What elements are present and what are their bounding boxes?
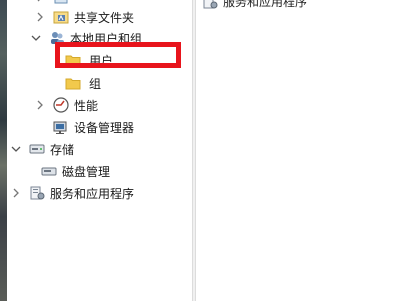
task-icon — [53, 0, 69, 5]
tree-item-device-manager[interactable]: 设备管理器 — [53, 116, 134, 138]
chevron-right-icon[interactable] — [35, 0, 45, 2]
shared-folder-icon — [53, 9, 69, 25]
chevron-down-icon[interactable] — [11, 144, 21, 154]
performance-icon — [53, 97, 69, 113]
disk-management-icon — [41, 163, 57, 179]
services-icon — [202, 0, 218, 10]
details-item-services-apps[interactable]: 服务和应用程序 — [202, 0, 307, 10]
details-item-label: 服务和应用程序 — [223, 0, 308, 9]
tree-item-disk-management[interactable]: 磁盘管理 — [41, 160, 110, 182]
tree-item-label: 组 — [89, 76, 102, 91]
storage-icon — [29, 141, 45, 157]
device-manager-icon — [53, 119, 69, 135]
chevron-right-icon[interactable] — [35, 100, 45, 110]
tree-item-label: 服务和应用程序 — [50, 186, 135, 201]
tree-item-shared-folders[interactable]: 共享文件夹 — [35, 6, 134, 28]
services-icon — [29, 185, 45, 201]
tree-item-storage[interactable]: 存储 — [11, 138, 74, 160]
tree-item-label: 设备管理器 — [74, 120, 135, 135]
tree-item-groups[interactable]: 组 — [65, 72, 101, 94]
console-tree: 共享文件夹 本地用户和组 用户 组 性能 设备管理器 存储 磁盘管理 服务和应用… — [7, 0, 192, 301]
details-pane: 服务和应用程序 — [196, 0, 402, 301]
highlight-box — [55, 42, 181, 68]
chevron-right-icon[interactable] — [35, 12, 45, 22]
tree-item-services-apps[interactable]: 服务和应用程序 — [11, 182, 134, 204]
tree-item-label: 性能 — [74, 98, 99, 113]
tree-item-label: 磁盘管理 — [62, 164, 111, 179]
tree-item-label: 存储 — [50, 142, 75, 157]
tree-item-performance[interactable]: 性能 — [35, 94, 98, 116]
folder-icon — [65, 75, 81, 91]
tree-item-label: 共享文件夹 — [74, 10, 135, 25]
chevron-down-icon[interactable] — [31, 33, 41, 43]
chevron-right-icon[interactable] — [11, 188, 21, 198]
desktop-edge — [0, 0, 7, 301]
